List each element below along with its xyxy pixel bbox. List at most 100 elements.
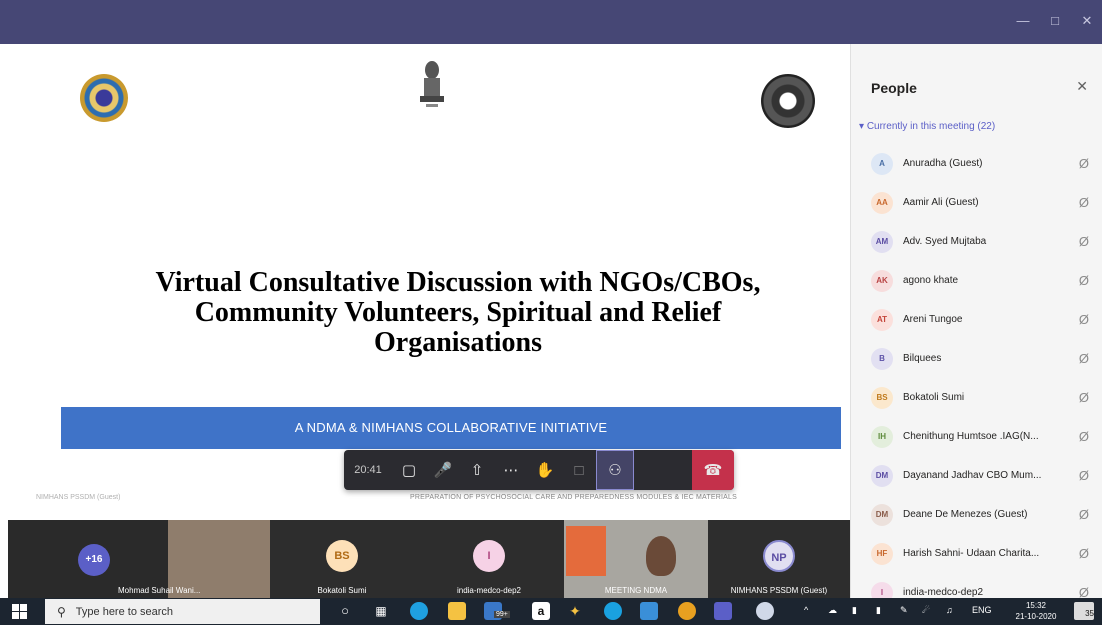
clock[interactable]: 15:32 21-10-2020 (1012, 600, 1060, 622)
mic-off-icon: Ø (1078, 312, 1089, 327)
mic-off-icon: Ø (1078, 351, 1089, 366)
participant-name: Areni Tungoe (903, 314, 963, 325)
mic-off-icon: Ø (1078, 195, 1089, 210)
list-item[interactable]: AM Adv. Syed Mujtaba Ø (851, 222, 1102, 261)
language-indicator[interactable]: ENG (972, 605, 992, 615)
network-icon[interactable]: ☄ (922, 605, 930, 616)
cortana-icon[interactable]: ○ (336, 602, 354, 620)
help-icon[interactable] (756, 602, 774, 620)
participant-name: Aamir Ali (Guest) (903, 197, 979, 208)
list-item[interactable]: A Anuradha (Guest) Ø (851, 144, 1102, 183)
mic-off-icon: Ø (1078, 234, 1089, 249)
teams-icon[interactable] (714, 602, 732, 620)
usb-icon[interactable]: ▮ (852, 605, 857, 616)
slide-title-line-1: Virtual Consultative Discussion with NGO… (155, 267, 761, 298)
avatar: I (473, 540, 505, 572)
avatar: BS (871, 386, 893, 409)
ndma-logo (80, 74, 128, 122)
search-icon: ⚲ (57, 604, 66, 619)
people-icon[interactable]: ⚇ (596, 450, 634, 490)
list-item[interactable]: DM Dayanand Jadhav CBO Mum... Ø (851, 456, 1102, 495)
mic-off-icon: Ø (1078, 468, 1089, 483)
windows-taskbar: ⚲ Type here to search ○ ▦ 99+ a ✦ ^ ☁ ▮ … (0, 598, 1102, 625)
chrome-icon[interactable] (678, 602, 696, 620)
file-explorer-icon[interactable] (448, 602, 466, 620)
tile-label: NIMHANS PSSDM (Guest) (730, 586, 828, 595)
avatar: A (871, 152, 893, 175)
windows-start-icon[interactable] (12, 604, 27, 619)
minimize-icon[interactable]: — (1014, 12, 1032, 30)
avatar: IH (871, 425, 893, 448)
panel-title: People (871, 80, 917, 96)
participant-name: Chenithung Humtsoe .IAG(N... (903, 431, 1039, 442)
mic-off-icon: Ø (1078, 273, 1089, 288)
hangup-icon[interactable]: ☎ (692, 450, 734, 490)
title-bar: — □ ✕ (0, 0, 1102, 44)
mic-off-icon: Ø (1078, 546, 1089, 561)
list-item[interactable]: B Bilquees Ø (851, 339, 1102, 378)
video-tile[interactable]: BS Bokatoli Sumi (270, 520, 414, 598)
list-item[interactable]: AT Areni Tungoe Ø (851, 300, 1102, 339)
avatar: DM (871, 503, 893, 526)
share-icon[interactable]: ⇧ (460, 450, 494, 490)
list-item[interactable]: AK agono khate Ø (851, 261, 1102, 300)
volume-icon[interactable]: ♫ (946, 605, 953, 615)
lightning-icon[interactable]: ✦ (566, 602, 584, 620)
mic-off-icon: Ø (1078, 390, 1089, 405)
participant-name: Dayanand Jadhav CBO Mum... (903, 470, 1042, 481)
close-icon[interactable]: ✕ (1078, 12, 1096, 30)
avatar: B (871, 347, 893, 370)
slide-title: Virtual Consultative Discussion with NGO… (48, 268, 850, 358)
participant-name: Bokatoli Sumi (903, 392, 965, 403)
shared-slide: Virtual Consultative Discussion with NGO… (8, 44, 850, 520)
list-item[interactable]: HF Harish Sahni- Udaan Charita... Ø (851, 534, 1102, 573)
meeting-controls: 20:41 ▢ 🎤 ⇧ ⋯ ✋ □ ⚇ ☎ (344, 450, 734, 490)
skype-icon[interactable] (604, 602, 622, 620)
clock-time: 15:32 (1025, 601, 1047, 610)
cloud-icon[interactable]: ☁ (828, 605, 837, 616)
list-item[interactable]: DM Deane De Menezes (Guest) Ø (851, 495, 1102, 534)
tile-label: Bokatoli Sumi (317, 586, 367, 595)
slide-banner: A NDMA & NIMHANS COLLABORATIVE INITIATIV… (61, 407, 841, 449)
participant-name: india-medco-dep2 (903, 587, 984, 598)
chevron-up-icon[interactable]: ^ (804, 605, 808, 615)
task-view-icon[interactable]: ▦ (372, 602, 390, 620)
search-input[interactable]: Type here to search (76, 606, 173, 618)
more-participants-badge[interactable]: +16 (78, 544, 110, 576)
participant-name: Anuradha (Guest) (903, 158, 983, 169)
section-header[interactable]: ▾ Currently in this meeting (22) (859, 121, 995, 132)
mic-off-icon: Ø (1078, 156, 1089, 171)
pen-icon[interactable]: ✎ (900, 605, 908, 616)
teams-meeting-window: — □ ✕ Virtual Consultative Discussion wi… (0, 0, 1102, 625)
video-tile[interactable]: +16 Mohmad Suhail Wani... (8, 520, 270, 598)
avatar: AA (871, 191, 893, 214)
mic-off-icon: Ø (1078, 507, 1089, 522)
amazon-icon[interactable]: a (532, 602, 550, 620)
battery-icon[interactable]: ▮ (876, 605, 881, 616)
list-item[interactable]: BS Bokatoli Sumi Ø (851, 378, 1102, 417)
video-tile[interactable]: MEETING NDMA (564, 520, 708, 598)
app-icon[interactable] (640, 602, 658, 620)
more-icon[interactable]: ⋯ (494, 450, 528, 490)
maximize-icon[interactable]: □ (1046, 12, 1064, 30)
video-tile[interactable]: I india-medco-dep2 (414, 520, 564, 598)
avatar: NP (763, 540, 795, 572)
slide-title-line-2: Community Volunteers, Spiritual and Reli… (194, 297, 722, 328)
close-icon[interactable]: ✕ (1076, 78, 1088, 95)
clock-date: 21-10-2020 (1015, 612, 1057, 621)
list-item[interactable]: AA Aamir Ali (Guest) Ø (851, 183, 1102, 222)
list-item[interactable]: IH Chenithung Humtsoe .IAG(N... Ø (851, 417, 1102, 456)
mic-off-icon[interactable]: 🎤 (426, 450, 460, 490)
chat-icon[interactable]: □ (562, 450, 596, 490)
participant-name: Harish Sahni- Udaan Charita... (903, 548, 1040, 559)
video-off-icon[interactable]: ▢ (392, 450, 426, 490)
taskbar-search[interactable]: ⚲ Type here to search (45, 599, 320, 624)
edge-icon[interactable] (410, 602, 428, 620)
video-tile[interactable]: NP NIMHANS PSSDM (Guest) (708, 520, 850, 598)
notification-icon[interactable]: 35 (1074, 602, 1094, 620)
participant-name: Adv. Syed Mujtaba (903, 236, 987, 247)
participant-video (566, 526, 606, 576)
raise-hand-icon[interactable]: ✋ (528, 450, 562, 490)
mic-off-icon: Ø (1078, 429, 1089, 444)
slide-footer-left: NIMHANS PSSDM (Guest) (36, 494, 121, 501)
